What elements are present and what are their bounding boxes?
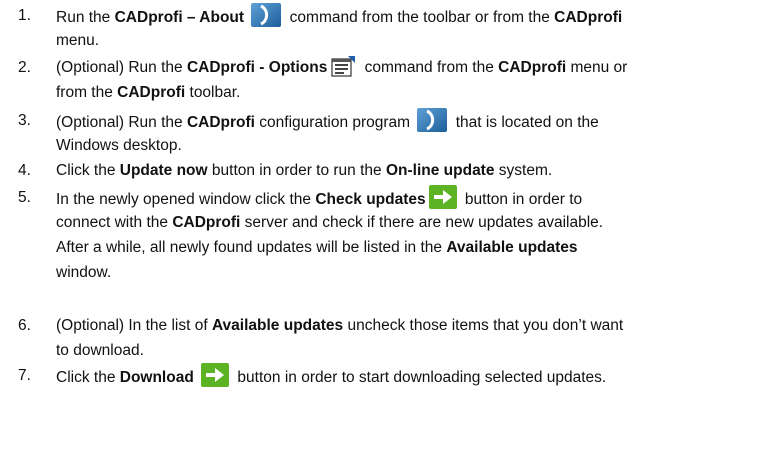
- cadprofi-about-icon: [251, 3, 282, 27]
- step-number: 1.: [18, 7, 31, 24]
- step-number: 2.: [18, 59, 31, 76]
- step-text: (Optional) Run the CADprofi configuratio…: [56, 108, 769, 158]
- step-text-run: button in order to: [460, 191, 583, 208]
- step-text-run: server and check if there are new update…: [240, 214, 604, 231]
- step-text: Run the CADprofi – About command from th…: [56, 3, 769, 53]
- bold-term: CADprofi: [117, 84, 186, 101]
- step-text-run: window.: [56, 264, 112, 281]
- bold-term: Available updates: [211, 317, 344, 334]
- bold-term: CADprofi: [498, 59, 567, 76]
- step-line: Click the Update now button in order to …: [56, 158, 769, 183]
- step-number: 5.: [18, 189, 31, 206]
- step-line: window.: [56, 260, 769, 285]
- step-text-run: command from the toolbar or from the: [285, 9, 555, 26]
- step-text-run: (Optional) Run the: [56, 114, 187, 131]
- bold-term: Download: [119, 369, 194, 386]
- step-line: Windows desktop.: [56, 133, 769, 158]
- step-text-run: button in order to run the: [207, 162, 386, 179]
- step-text-run: Click the: [56, 369, 120, 386]
- step-line: Run the CADprofi – About command from th…: [56, 3, 769, 28]
- bold-term: CADprofi - Options: [186, 59, 328, 76]
- step-line: (Optional) In the list of Available upda…: [56, 313, 769, 338]
- step-text-run: system.: [494, 162, 553, 179]
- step-text-run: that is located on the: [451, 114, 599, 131]
- bold-term: CADprofi: [186, 114, 255, 131]
- step-text: Click the Update now button in order to …: [56, 158, 769, 183]
- step-text-run: After a while, all newly found updates w…: [56, 239, 447, 256]
- step-text-run: In the newly opened window click the: [56, 191, 316, 208]
- step-line: (Optional) Run the CADprofi - Options co…: [56, 55, 769, 80]
- step-text-run: Run the: [56, 9, 115, 26]
- step-text-run: menu.: [56, 32, 100, 49]
- step-line: from the CADprofi toolbar.: [56, 80, 769, 105]
- step-line: connect with the CADprofi server and che…: [56, 210, 769, 235]
- bold-term: CADprofi: [554, 9, 623, 26]
- bold-term: CADprofi: [172, 214, 241, 231]
- step-text-run: menu or: [566, 59, 628, 76]
- bold-term: Check updates: [315, 191, 426, 208]
- step-text-run: (Optional) Run the: [56, 59, 187, 76]
- step-text-run: (Optional) In the list of: [56, 317, 212, 334]
- step-number: 3.: [18, 112, 31, 129]
- step-text-run: [194, 369, 198, 386]
- bold-term: Update now: [119, 162, 208, 179]
- check-updates-arrow-icon: [428, 185, 457, 209]
- step-text-run: [244, 9, 248, 26]
- step-text-run: connect with the: [56, 214, 173, 231]
- step-line: to download.: [56, 338, 769, 363]
- bold-term: On-line update: [385, 162, 495, 179]
- step-text: Click the Download button in order to st…: [56, 363, 769, 388]
- step-number: 4.: [18, 162, 31, 179]
- step-number: 6.: [18, 317, 31, 334]
- step-text-run: Windows desktop.: [56, 137, 182, 154]
- step-line: In the newly opened window click the Che…: [56, 185, 769, 210]
- step-text-run: Click the: [56, 162, 120, 179]
- cadprofi-config-icon: [417, 108, 448, 132]
- step-line: menu.: [56, 28, 769, 53]
- step-text: In the newly opened window click the Che…: [56, 185, 769, 285]
- step-text-run: to download.: [56, 342, 144, 359]
- step-text-run: button in order to start downloading sel…: [233, 369, 607, 386]
- step-number: 7.: [18, 367, 31, 384]
- bold-term: CADprofi – About: [114, 9, 245, 26]
- bold-term: Available updates: [446, 239, 578, 256]
- step-text: (Optional) Run the CADprofi - Options co…: [56, 55, 769, 105]
- step-text-run: toolbar.: [185, 84, 241, 101]
- download-arrow-icon: [201, 363, 230, 387]
- step-text-run: from the: [56, 84, 118, 101]
- cadprofi-options-icon: [330, 55, 356, 77]
- step-line: (Optional) Run the CADprofi configuratio…: [56, 108, 769, 133]
- step-text: (Optional) In the list of Available upda…: [56, 313, 769, 363]
- step-line: After a while, all newly found updates w…: [56, 235, 769, 260]
- step-line: Click the Download button in order to st…: [56, 363, 769, 388]
- step-text-run: command from the: [360, 59, 499, 76]
- instruction-list: 1. Run the CADprofi – About command from …: [0, 0, 777, 468]
- step-text-run: configuration program: [255, 114, 415, 131]
- step-text-run: uncheck those items that you don’t want: [343, 317, 624, 334]
